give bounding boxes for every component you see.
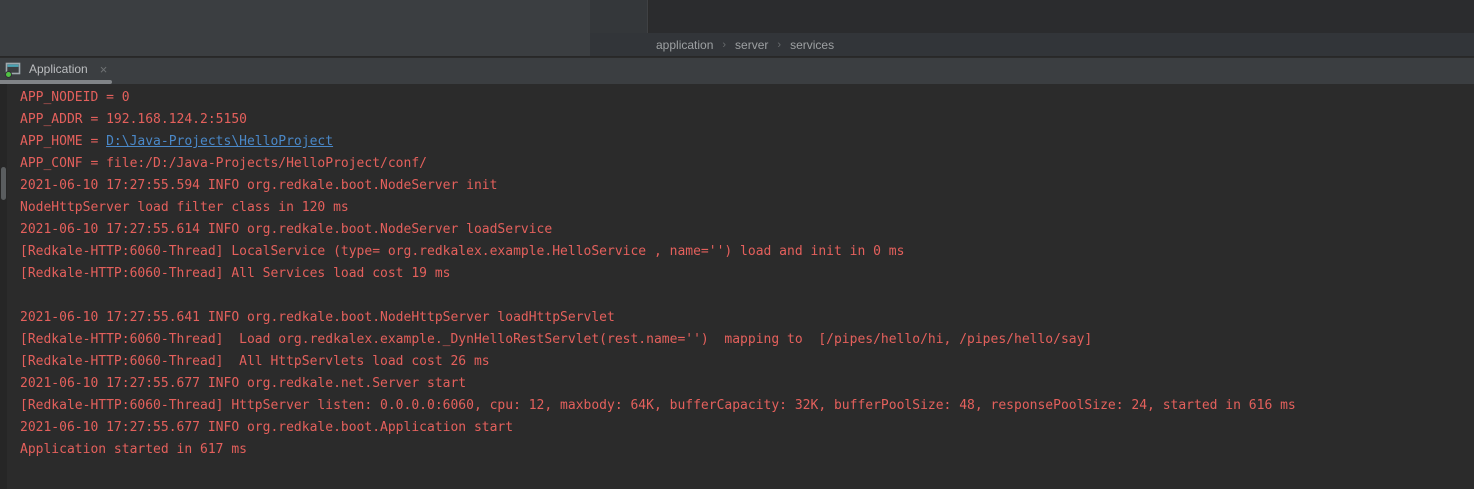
console-line: [Redkale-HTTP:6060-Thread] Load org.redk… (20, 329, 1474, 351)
console-line: [Redkale-HTTP:6060-Thread] All HttpServl… (20, 351, 1474, 373)
close-icon[interactable]: × (98, 63, 110, 76)
console-line: [Redkale-HTTP:6060-Thread] HttpServer li… (20, 395, 1474, 417)
console-text: Application started in 617 ms (20, 442, 247, 457)
chevron-right-icon: › (777, 39, 781, 51)
run-console-icon (4, 61, 22, 77)
console-line: 2021-06-10 17:27:55.677 INFO org.redkale… (20, 417, 1474, 439)
console-text: APP_HOME = (20, 134, 106, 149)
console-text: APP_NODEID = 0 (20, 90, 130, 105)
scrollbar-thumb[interactable] (1, 167, 6, 200)
console-line: 2021-06-10 17:27:55.594 INFO org.redkale… (20, 175, 1474, 197)
console-line: NodeHttpServer load filter class in 120 … (20, 197, 1474, 219)
console-text: [Redkale-HTTP:6060-Thread] Load org.redk… (20, 332, 1092, 347)
console-line: 2021-06-10 17:27:55.677 INFO org.redkale… (20, 373, 1474, 395)
tab-label: Application (29, 62, 88, 76)
editor-pane-right (649, 0, 1474, 33)
console-text: 2021-06-10 17:27:55.641 INFO org.redkale… (20, 310, 615, 325)
editor-top-strip: application › server › services (0, 0, 1474, 58)
console-line: APP_NODEID = 0 (20, 87, 1474, 109)
editor-pane-left (0, 0, 590, 57)
console-line: APP_CONF = file:/D:/Java-Projects/HelloP… (20, 153, 1474, 175)
console-line: Application started in 617 ms (20, 439, 1474, 461)
console-text: 2021-06-10 17:27:55.594 INFO org.redkale… (20, 178, 497, 193)
console-text: [Redkale-HTTP:6060-Thread] HttpServer li… (20, 398, 1296, 413)
console-line (20, 285, 1474, 307)
console-text: NodeHttpServer load filter class in 120 … (20, 200, 349, 215)
editor-gutter-block (590, 0, 648, 33)
console-line: 2021-06-10 17:27:55.614 INFO org.redkale… (20, 219, 1474, 241)
tab-application-console[interactable]: Application × (0, 58, 109, 80)
console-line: [Redkale-HTTP:6060-Thread] LocalService … (20, 241, 1474, 263)
console-text: [Redkale-HTTP:6060-Thread] All Services … (20, 266, 450, 281)
console-text: [Redkale-HTTP:6060-Thread] All HttpServl… (20, 354, 490, 369)
console-text: [Redkale-HTTP:6060-Thread] LocalService … (20, 244, 904, 259)
running-indicator-badge (5, 71, 12, 78)
file-path-link[interactable]: D:\Java-Projects\HelloProject (106, 134, 333, 149)
breadcrumb-item-services[interactable]: services (790, 38, 834, 52)
console-text: 2021-06-10 17:27:55.677 INFO org.redkale… (20, 420, 513, 435)
console-line: APP_HOME = D:\Java-Projects\HelloProject (20, 131, 1474, 153)
breadcrumb-item-server[interactable]: server (735, 38, 768, 52)
run-toolwindow-tab-bar: Application × (0, 58, 1474, 84)
console-line: [Redkale-HTTP:6060-Thread] All Services … (20, 263, 1474, 285)
console-output[interactable]: APP_NODEID = 0 APP_ADDR = 192.168.124.2:5… (0, 84, 1474, 489)
console-line: APP_ADDR = 192.168.124.2:5150 (20, 109, 1474, 131)
chevron-right-icon: › (722, 39, 726, 51)
console-line: 2021-06-10 17:27:55.641 INFO org.redkale… (20, 307, 1474, 329)
console-text: APP_ADDR = 192.168.124.2:5150 (20, 112, 247, 127)
console-text: 2021-06-10 17:27:55.677 INFO org.redkale… (20, 376, 466, 391)
breadcrumb-item-application[interactable]: application (656, 38, 713, 52)
console-text: 2021-06-10 17:27:55.614 INFO org.redkale… (20, 222, 552, 237)
console-text: APP_CONF = file:/D:/Java-Projects/HelloP… (20, 156, 427, 171)
breadcrumb: application › server › services (590, 33, 1474, 57)
